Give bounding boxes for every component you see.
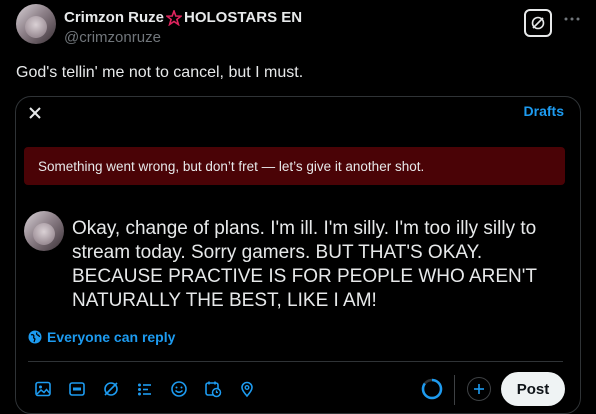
error-message: Something went wrong, but don’t fret — l… [38, 158, 425, 174]
reply-setting-label[interactable]: Everyone can reply [47, 329, 175, 345]
add-emoji-button[interactable] [162, 375, 196, 403]
more-options-icon[interactable] [563, 10, 581, 28]
emoji-icon [171, 381, 187, 397]
author-display-name[interactable]: Crimzon Ruze HOLOSTARS EN [64, 9, 302, 26]
compose-panel: Drafts Something went wrong, but don’t f… [15, 96, 581, 414]
add-post-button[interactable] [467, 377, 491, 401]
plus-icon [474, 384, 484, 394]
reply-setting-button[interactable]: Everyone can reply [28, 329, 175, 345]
grok-button[interactable] [524, 9, 552, 37]
post-button[interactable]: Post [501, 372, 565, 406]
red-star-icon [166, 9, 183, 26]
add-gif-button[interactable] [60, 375, 94, 403]
add-image-button[interactable] [26, 375, 60, 403]
author-handle[interactable]: @crimzonruze [64, 29, 161, 46]
compose-textarea[interactable]: Okay, change of plans. I'm ill. I'm sill… [72, 217, 566, 313]
author-org-tag[interactable]: HOLOSTARS EN [184, 9, 302, 26]
location-button[interactable] [230, 375, 264, 403]
character-count-progress-icon [421, 378, 443, 400]
gif-icon [69, 382, 85, 396]
author-avatar[interactable] [16, 4, 56, 44]
globe-icon [28, 330, 42, 344]
add-poll-button[interactable] [128, 375, 162, 403]
close-icon[interactable] [25, 103, 45, 123]
grok-tool-button[interactable] [94, 375, 128, 403]
poll-icon [138, 383, 151, 396]
schedule-icon [205, 381, 222, 398]
compose-avatar [24, 211, 64, 251]
error-banner: Something went wrong, but don’t fret — l… [24, 147, 565, 185]
schedule-button[interactable] [196, 375, 230, 403]
tweet-text: God's tellin' me not to cancel, but I mu… [16, 64, 304, 81]
grok-icon [531, 16, 545, 30]
author-name[interactable]: Crimzon Ruze [64, 9, 164, 26]
location-icon [241, 381, 253, 398]
image-icon [35, 381, 51, 397]
divider [28, 361, 563, 362]
compose-toolbar [26, 375, 264, 403]
drafts-link[interactable]: Drafts [524, 103, 564, 119]
toolbar-separator [454, 375, 455, 405]
grok-icon [104, 382, 118, 396]
